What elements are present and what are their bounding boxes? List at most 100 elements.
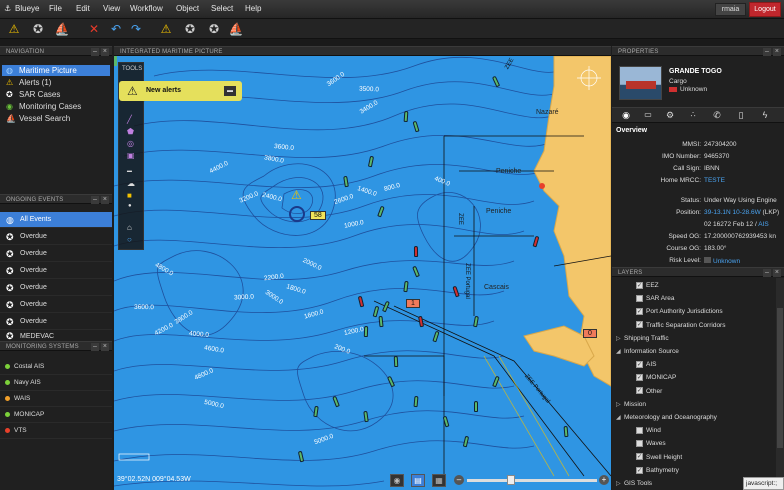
minimize-icon[interactable]: – [91,48,99,56]
layer-row[interactable]: ✓ MONICAP [612,372,774,384]
layer-checkbox[interactable]: ✓ [636,308,643,316]
layer-row[interactable]: SAR Area [612,293,774,305]
menu-object[interactable]: Object [176,4,199,13]
minimize-icon[interactable]: – [763,48,771,56]
menu-workflow[interactable]: Workflow [130,4,163,13]
menu-file[interactable]: File [49,4,62,13]
grid-icon[interactable]: ▦ [432,474,446,487]
add-vessel-icon[interactable]: ⛵ [54,21,70,37]
expand-icon[interactable]: ▷ [616,478,624,490]
menu-select[interactable]: Select [211,4,233,13]
nav-item-monitoring-cases[interactable]: ◉ Monitoring Cases [2,101,110,112]
zoom-out-icon[interactable]: – [454,475,464,485]
risk-level-link[interactable]: Unknown [713,258,740,265]
layer-checkbox[interactable]: ✓ [636,321,643,329]
lightning-icon[interactable]: ϟ [756,110,774,122]
port-marker[interactable] [539,183,545,189]
nav-item-alerts[interactable]: ⚠ Alerts (1) [2,77,110,88]
ruler-icon[interactable]: ━ [127,167,132,176]
layer-checkbox[interactable]: ✓ [636,360,643,368]
event-item-overdue[interactable]: ✪ Overdue [0,246,112,262]
app-name[interactable]: Blueye [15,4,39,13]
event-item-overdue[interactable]: ✪ Overdue [0,297,112,313]
expand-icon[interactable]: ▷ [616,333,624,345]
logout-button[interactable]: Logout [749,2,781,17]
draw-line-icon[interactable]: ╱ [127,115,132,124]
layer-checkbox[interactable] [636,440,643,448]
system-item-wais[interactable]: WAIS [0,391,112,407]
layer-row[interactable]: ✓ AIS [612,359,774,371]
home-mrcc-link[interactable]: TESTE [704,177,725,184]
draw-polygon-icon[interactable]: ⬟ [127,127,134,136]
menu-edit[interactable]: Edit [76,4,90,13]
cloud-icon[interactable]: ☁ [127,179,135,188]
delete-icon[interactable]: ✕ [86,21,102,37]
close-icon[interactable]: × [101,48,109,56]
layer-row[interactable]: ◢ Meteorology and Oceanography [612,412,774,424]
draw-circle-icon[interactable]: ◎ [127,139,134,148]
nav-item-maritime-picture[interactable]: ◍ Maritime Picture [2,65,110,76]
collapse-icon[interactable]: ◢ [616,346,624,358]
track-label[interactable]: 0 [583,329,597,338]
system-item-monicap[interactable]: MONICAP [0,407,112,423]
nav-item-sar-cases[interactable]: ✪ SAR Cases [2,89,110,100]
layer-row[interactable]: ◢ Information Source [612,346,774,358]
vessel-marker-icon[interactable] [474,401,478,412]
layers-scrollbar[interactable] [776,278,784,490]
layer-row[interactable]: ✓ Traffic Separation Corridors [612,320,774,332]
event-item-overdue[interactable]: ✪ Overdue [0,314,112,330]
zoom-in-icon[interactable]: + [599,475,609,485]
add-alert-icon[interactable]: ⚠ [6,21,22,37]
menu-help[interactable]: Help [245,4,261,13]
layer-row[interactable]: Waves [612,438,774,450]
map-layer-icon[interactable]: ▤ [411,474,425,487]
zoom-slider-handle[interactable] [507,475,515,485]
dismiss-button[interactable]: ▬ [224,86,236,96]
layer-row[interactable]: ▷ Mission [612,399,774,411]
undo-icon[interactable]: ↶ [108,21,124,37]
vessel-marker-icon[interactable] [363,325,369,338]
warning-icon[interactable]: ⚠ [291,188,302,202]
add-case-icon[interactable]: ✪ [30,21,46,37]
alert-tool-icon[interactable]: ⚠ [158,21,174,37]
camera-icon[interactable]: ◉ [390,474,404,487]
track-label[interactable]: 1 [406,299,420,308]
target-icon[interactable]: ○ [127,235,132,244]
draw-rectangle-icon[interactable]: ▣ [127,151,135,160]
collapse-icon[interactable]: ◢ [616,412,624,424]
minimize-icon[interactable]: – [91,196,99,204]
expand-icon[interactable]: ▷ [616,399,624,411]
close-icon[interactable]: × [773,269,781,277]
username-display[interactable]: rmaia [715,3,746,16]
vessel-marker-icon[interactable] [403,110,409,123]
track-label[interactable]: 58 [310,211,326,220]
event-item-overdue[interactable]: ✪ Overdue [0,263,112,279]
vessel-marker-icon[interactable] [563,425,569,438]
eye-icon[interactable]: ◉ [617,110,635,122]
minimize-icon[interactable]: – [91,343,99,351]
position-link[interactable]: 39-13.1N 10-28.6W [704,209,761,216]
system-item-vts[interactable]: VTS [0,423,112,439]
vessel-tool-icon[interactable]: ⛵ [228,21,244,37]
layer-row[interactable]: ✓ Port Authority Jurisdictions [612,306,774,318]
layer-checkbox[interactable]: ✓ [636,466,643,474]
home-icon[interactable]: ⌂ [127,223,132,232]
close-icon[interactable]: × [101,196,109,204]
close-icon[interactable]: × [773,48,781,56]
selection-ring-icon[interactable] [289,206,305,222]
layer-checkbox[interactable] [636,426,643,434]
source-link[interactable]: AIS [758,221,768,228]
layer-row[interactable]: ✓ EEZ [612,280,774,292]
close-icon[interactable]: × [101,343,109,351]
gear-icon[interactable]: ⚙ [661,110,679,122]
bathymetry-map[interactable] [114,56,611,490]
tracks-icon[interactable]: ∴ [684,110,702,122]
layer-row[interactable]: Wind [612,425,774,437]
case-tool-2-icon[interactable]: ✪ [206,21,222,37]
layer-checkbox[interactable]: ✓ [636,281,643,289]
vessel-marker-icon[interactable] [393,355,399,368]
layer-row[interactable]: ✓ Swell Height [612,452,774,464]
case-tool-icon[interactable]: ✪ [182,21,198,37]
event-item-overdue[interactable]: ✪ Overdue [0,229,112,245]
zoom-slider[interactable] [467,479,597,482]
